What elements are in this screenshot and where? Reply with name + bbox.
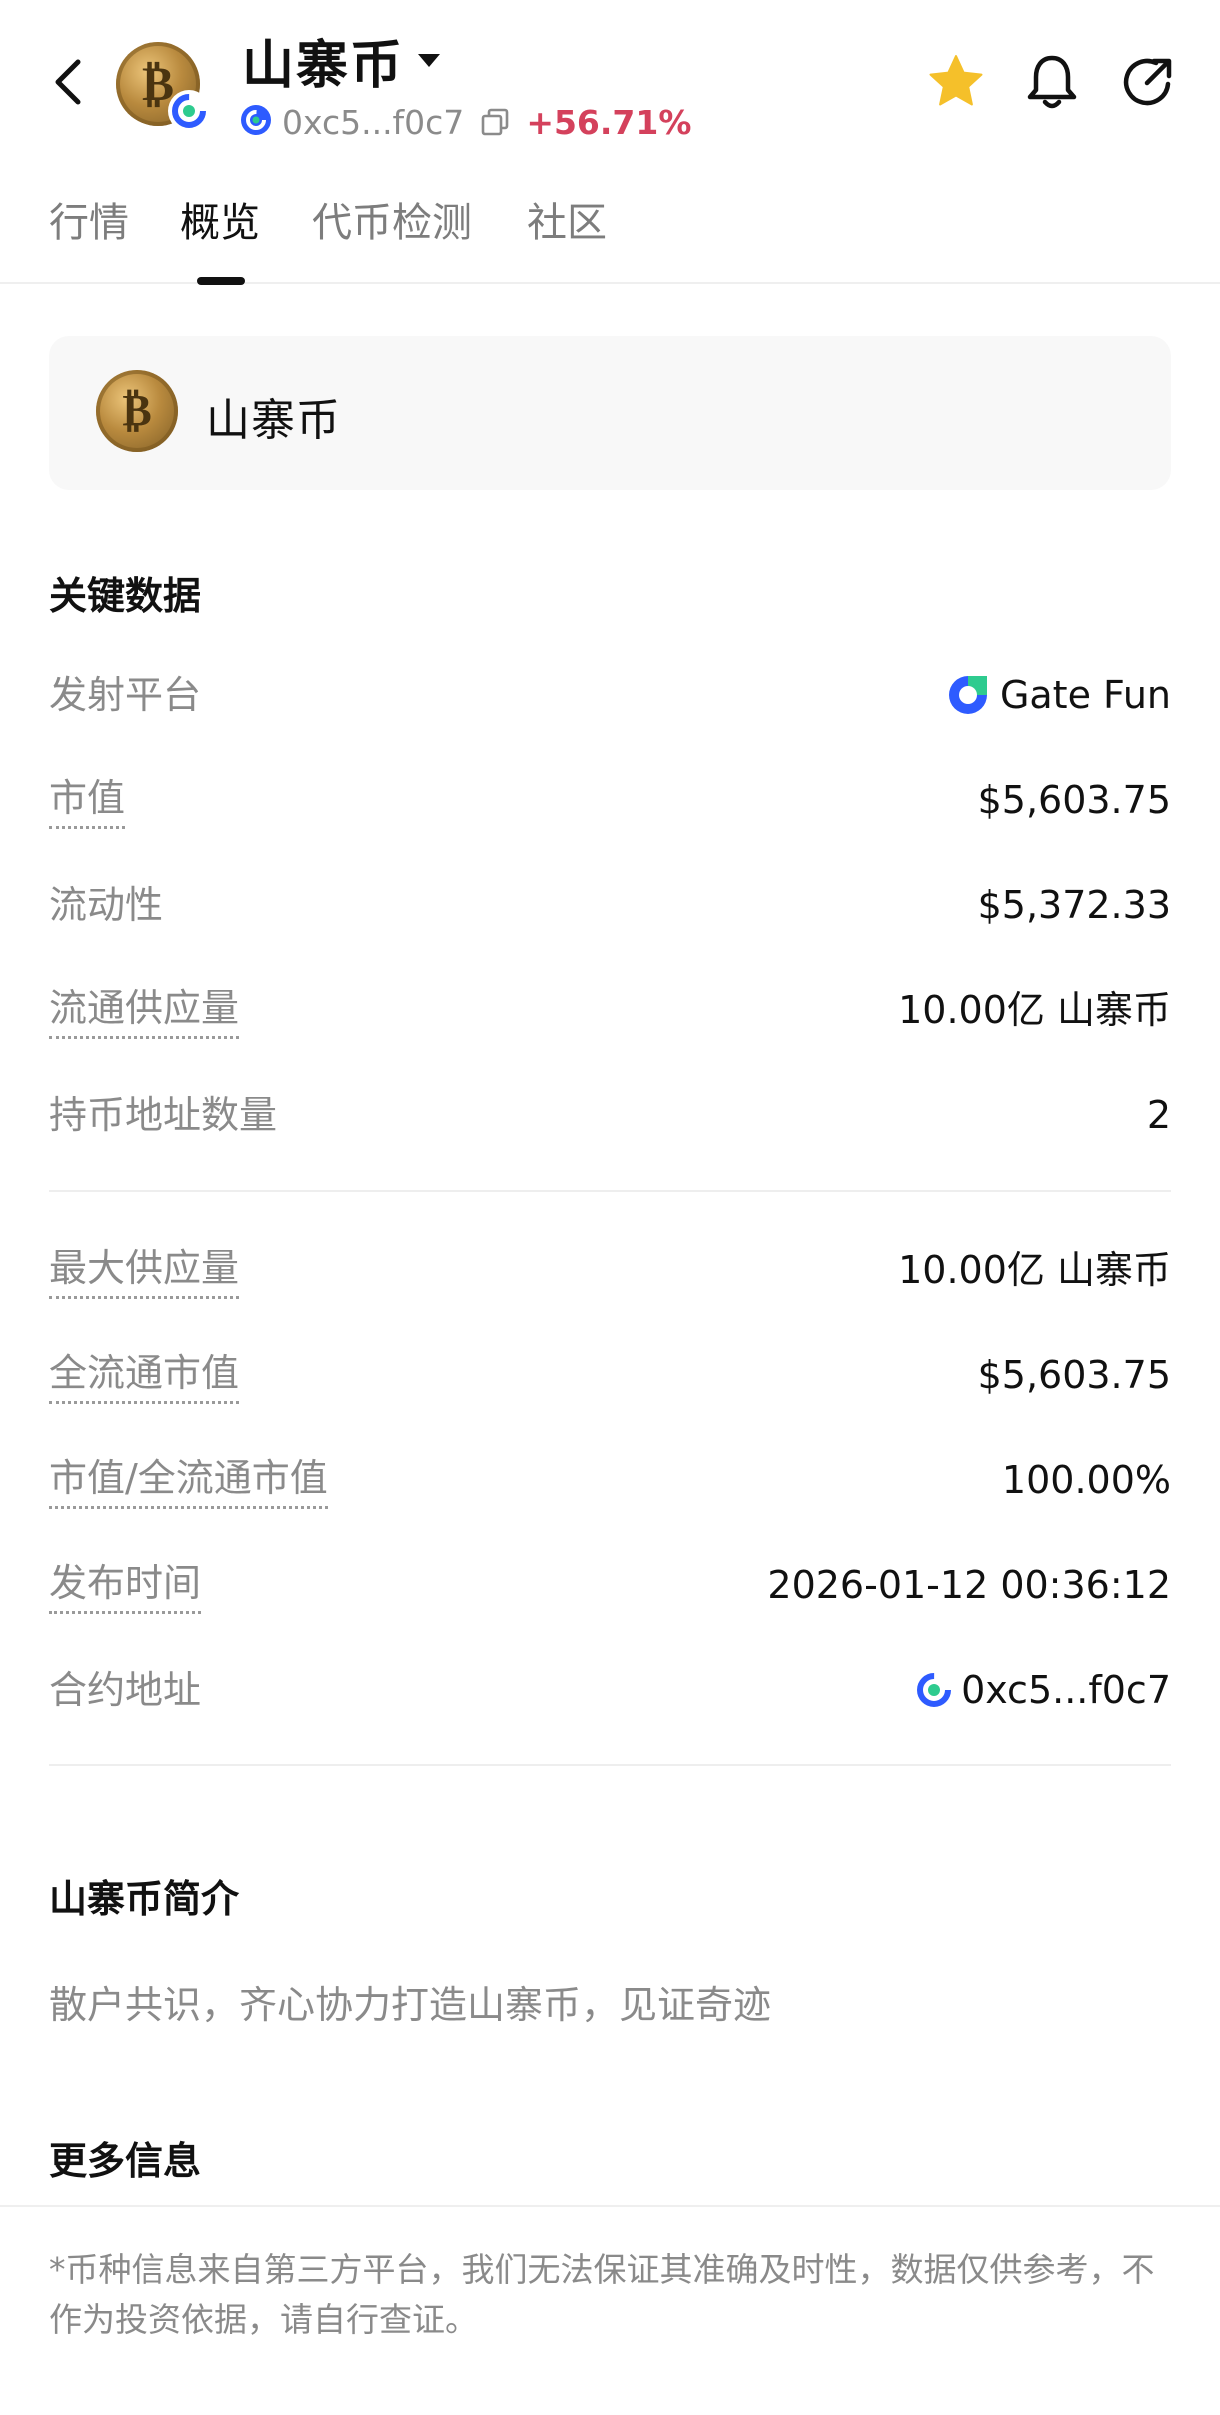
row-value: $5,372.33: [977, 883, 1171, 927]
divider: [0, 2205, 1220, 2207]
tab-overview[interactable]: 概览: [180, 190, 260, 284]
token-card-name: 山寨币: [206, 395, 341, 446]
row-value: $5,603.75: [977, 778, 1171, 822]
tab-community[interactable]: 社区: [527, 190, 607, 284]
row-value[interactable]: Gate Fun: [946, 665, 1171, 725]
row-label[interactable]: 全流通市值: [49, 1345, 240, 1404]
top-header: ₿ 山寨币 0xc5...f0c7 +56.71%: [0, 0, 1220, 165]
tab-token-check[interactable]: 代币检测: [312, 190, 472, 284]
data-row-launch-platform: 发射平台 Gate Fun: [49, 665, 1171, 725]
price-change-percent: +56.71%: [526, 102, 692, 142]
token-card: ₿ 山寨币: [49, 336, 1171, 490]
data-row-liquidity: 流动性 $5,372.33: [49, 875, 1171, 935]
row-value[interactable]: 0xc5...f0c7: [917, 1660, 1171, 1720]
contract-address-value: 0xc5...f0c7: [961, 1668, 1171, 1712]
token-avatar: ₿: [116, 42, 210, 132]
share-icon[interactable]: [1116, 50, 1180, 114]
tab-market[interactable]: 行情: [49, 190, 129, 284]
data-row-contract-address: 合约地址 0xc5...f0c7: [49, 1660, 1171, 1720]
row-value: 100.00%: [1001, 1458, 1171, 1502]
row-label: 发射平台: [49, 673, 202, 717]
row-label[interactable]: 流通供应量: [49, 980, 240, 1039]
row-value: $5,603.75: [977, 1353, 1171, 1397]
row-value: 10.00亿 山寨币: [898, 1248, 1171, 1292]
contract-address-text: 0xc5...f0c7: [282, 102, 465, 142]
chain-logo-icon: [240, 104, 272, 140]
row-value: 10.00亿 山寨币: [898, 988, 1171, 1032]
row-label: 合约地址: [49, 1668, 202, 1712]
row-label: 持币地址数量: [49, 1093, 278, 1137]
row-label[interactable]: 市值/全流通市值: [49, 1450, 328, 1509]
data-row-launch-time: 发布时间 2026-01-12 00:36:12: [49, 1555, 1171, 1615]
chain-logo-icon: [168, 90, 210, 132]
row-value: 2: [1146, 1093, 1171, 1137]
data-row-circulating-supply: 流通供应量 10.00亿 山寨币: [49, 980, 1171, 1040]
data-row-max-supply: 最大供应量 10.00亿 山寨币: [49, 1240, 1171, 1300]
token-avatar: ₿: [96, 370, 178, 452]
chain-logo-icon: [917, 1673, 952, 1707]
token-title: 山寨币: [242, 35, 405, 96]
back-arrow-icon[interactable]: [44, 52, 96, 112]
intro-text: 散户共识，齐心协力打造山寨币，见证奇迹: [49, 1983, 772, 2027]
row-value: 2026-01-12 00:36:12: [767, 1563, 1171, 1607]
launch-platform-name: Gate Fun: [999, 673, 1171, 717]
disclaimer-text: *币种信息来自第三方平台，我们无法保证其准确及时性，数据仅供参考，不作为投资依据…: [49, 2250, 1155, 2339]
data-row-holders: 持币地址数量 2: [49, 1085, 1171, 1145]
key-data-title: 关键数据: [49, 574, 202, 618]
gate-fun-logo-icon: [946, 673, 990, 717]
token-title-selector[interactable]: 山寨币: [242, 30, 441, 96]
token-overview-screen: ₿ 山寨币 0xc5...f0c7 +56.71% 行情 概览 代币检测 社区 …: [0, 0, 1220, 2415]
row-label: 流动性: [49, 883, 164, 927]
data-row-mcap-fdv-ratio: 市值/全流通市值 100.00%: [49, 1450, 1171, 1510]
divider: [49, 1764, 1171, 1766]
more-info-title: 更多信息: [49, 2139, 202, 2183]
bitcoin-coin-image: ₿: [96, 370, 178, 452]
divider: [49, 1190, 1171, 1192]
copy-icon[interactable]: [480, 107, 510, 137]
active-tab-indicator: [197, 277, 245, 285]
intro-title: 山寨币简介: [49, 1877, 240, 1921]
data-row-fdv: 全流通市值 $5,603.75: [49, 1345, 1171, 1405]
caret-down-icon: [418, 53, 441, 67]
contract-address-row: 0xc5...f0c7 +56.71%: [240, 100, 691, 144]
row-label[interactable]: 市值: [49, 770, 126, 829]
bell-icon[interactable]: [1020, 50, 1084, 114]
row-label[interactable]: 发布时间: [49, 1555, 202, 1614]
avatar-glyph: ₿: [122, 385, 152, 436]
row-label[interactable]: 最大供应量: [49, 1240, 240, 1299]
star-icon[interactable]: [924, 50, 988, 114]
tab-bar: 行情 概览 代币检测 社区: [0, 190, 1220, 284]
data-row-market-cap: 市值 $5,603.75: [49, 770, 1171, 830]
